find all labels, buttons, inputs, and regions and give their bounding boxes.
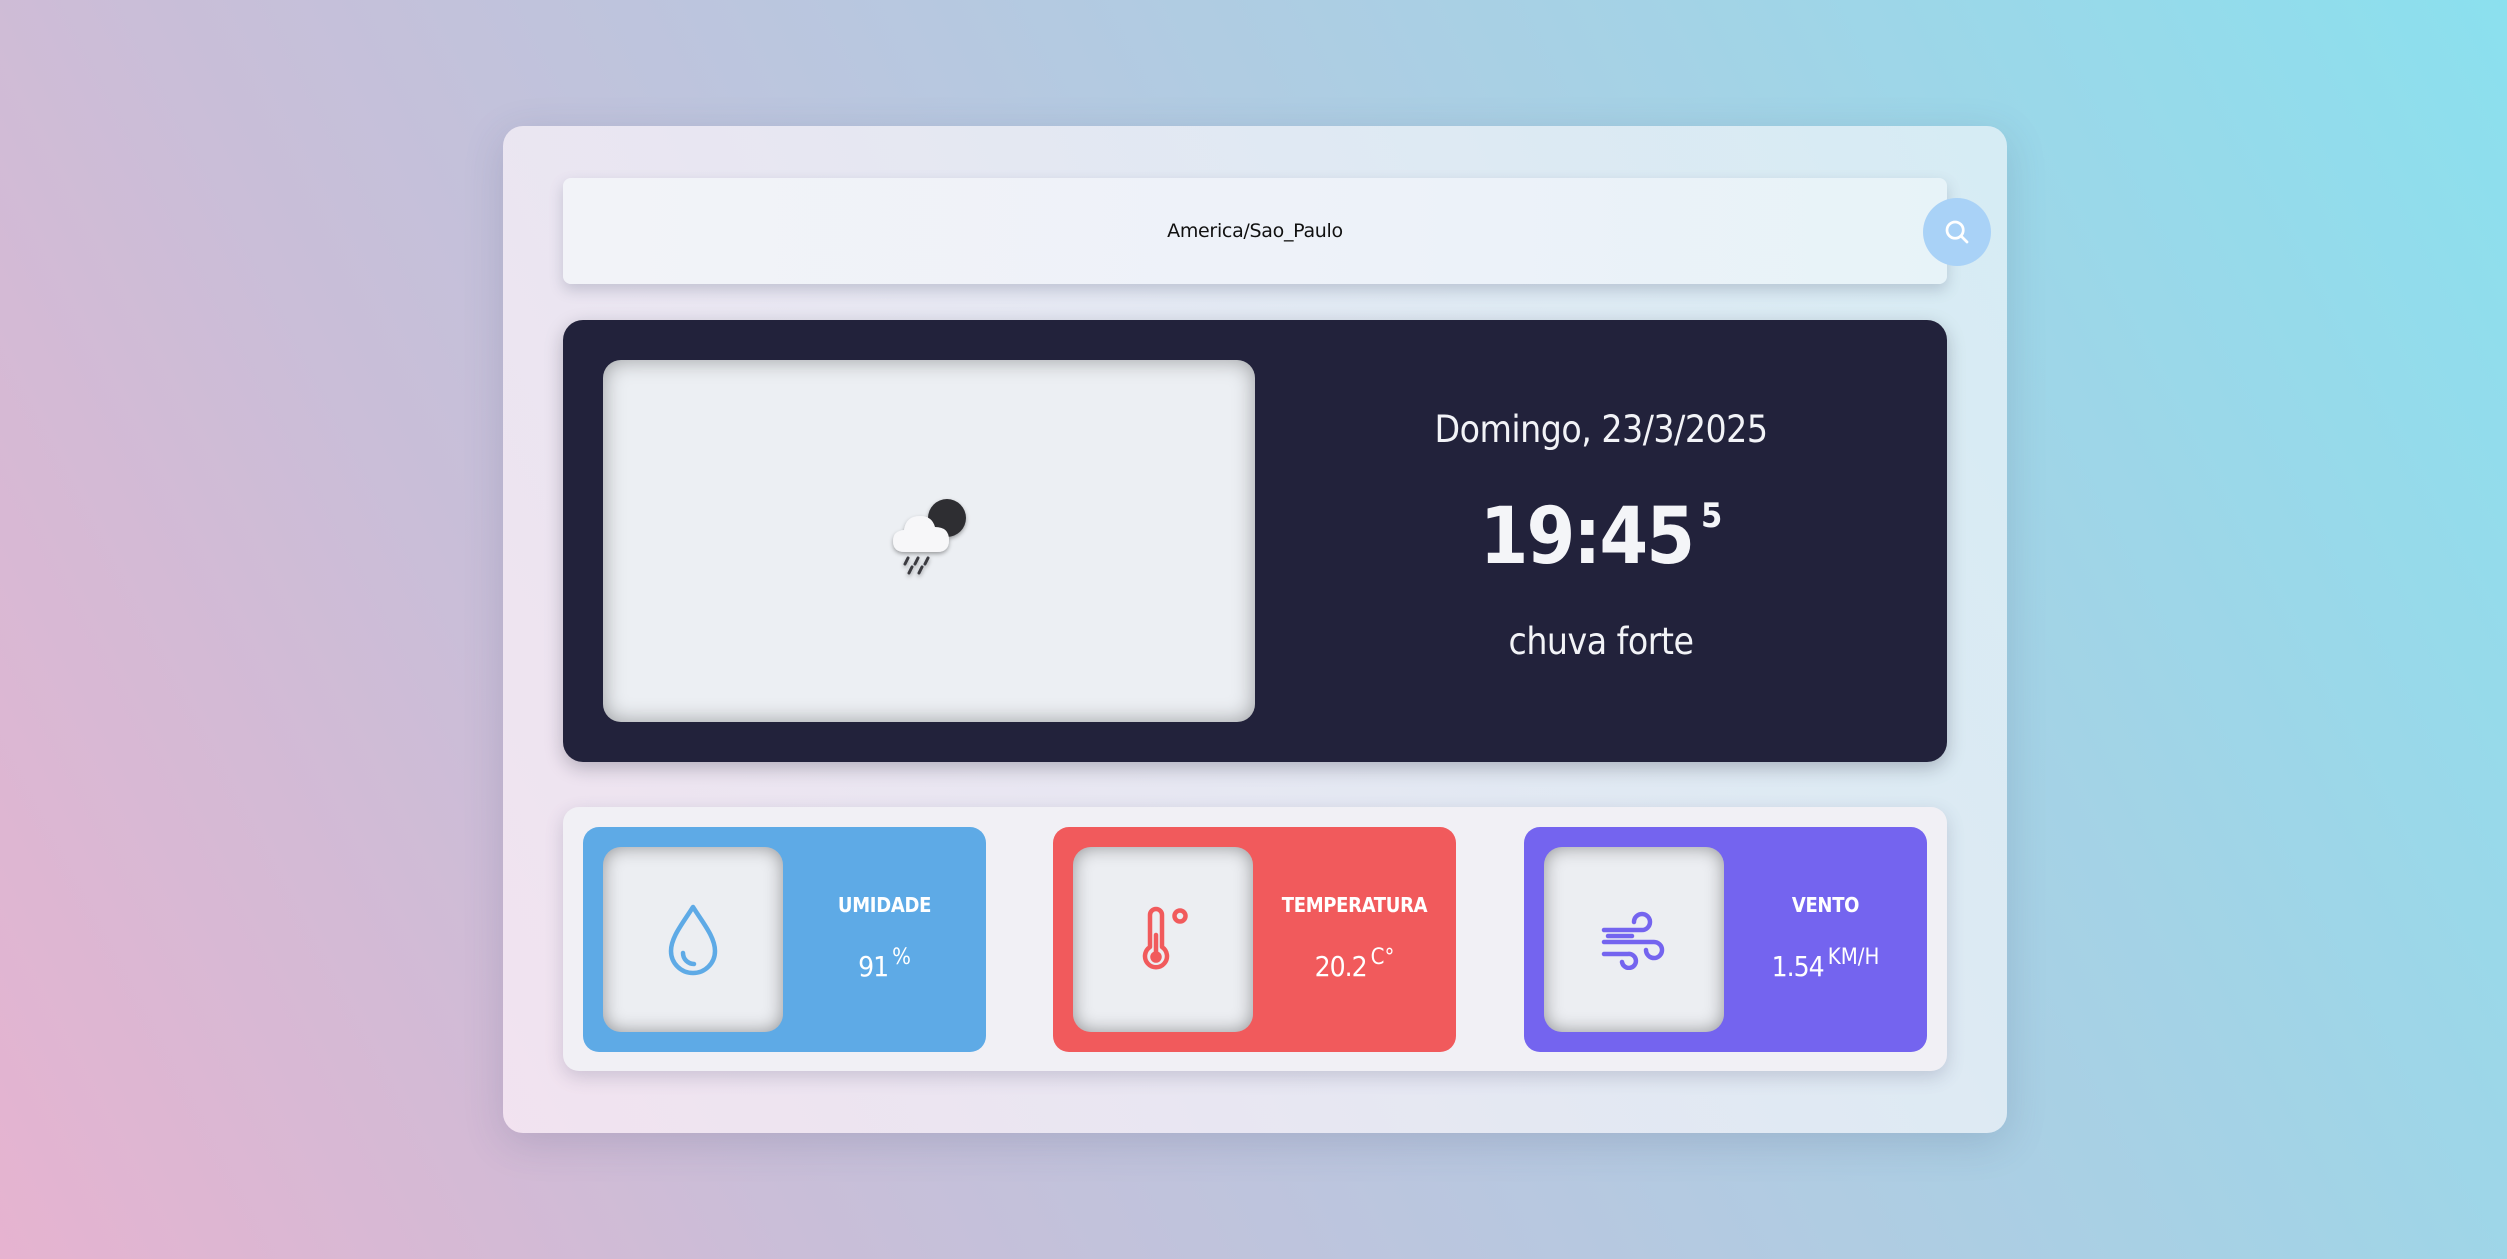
current-time: 19:45 5	[1255, 492, 1947, 582]
temperature-card: TEMPERATURA 20.2 C°	[1053, 827, 1456, 1052]
humidity-value: 91%	[783, 945, 986, 983]
weather-condition: chuva forte	[1508, 620, 1694, 663]
time-seconds: 5	[1701, 496, 1723, 536]
wind-number: 1.54	[1771, 950, 1825, 983]
thermometer-icon	[1142, 906, 1188, 969]
search-icon	[1945, 220, 1969, 244]
search-input[interactable]	[563, 178, 1947, 284]
wind-unit: KM/H	[1827, 945, 1880, 970]
temperature-number: 20.2	[1314, 950, 1368, 983]
wind-card: VENTO 1.54 KM/H	[1524, 827, 1927, 1052]
temperature-title: TEMPERATURA	[1281, 893, 1428, 917]
humidity-unit: %	[892, 945, 911, 970]
temperature-value: 20.2 C°	[1253, 945, 1456, 983]
search-bar	[563, 178, 1991, 284]
temperature-icon-box	[1073, 847, 1253, 1032]
time-hours-minutes: 19:45	[1479, 492, 1695, 582]
stats-panel: UMIDADE 91% TEMPERATURA 20.2 C° VENTO 1.…	[563, 807, 1947, 1071]
temperature-unit: C°	[1370, 945, 1395, 970]
current-info: Domingo, 23/3/2025 19:45 5 chuva forte	[1255, 320, 1947, 762]
cloud-rain-moon-icon	[893, 499, 966, 575]
humidity-card: UMIDADE 91%	[583, 827, 986, 1052]
weather-image-box	[603, 360, 1255, 722]
weather-app-panel: Domingo, 23/3/2025 19:455 chuva forte UM…	[503, 126, 2007, 1133]
humidity-title: UMIDADE	[837, 893, 932, 917]
water-drop-icon	[668, 904, 718, 975]
wind-value: 1.54 KM/H	[1724, 945, 1927, 983]
wind-icon-box	[1544, 847, 1724, 1032]
current-weather-card: Domingo, 23/3/2025 19:45 5 chuva forte	[563, 320, 1947, 762]
humidity-icon-box	[603, 847, 783, 1032]
humidity-number: 91	[858, 950, 889, 983]
wind-icon	[1601, 911, 1665, 970]
current-date: Domingo, 23/3/2025	[1434, 408, 1768, 451]
search-button[interactable]	[1923, 198, 1991, 266]
wind-title: VENTO	[1791, 893, 1860, 917]
